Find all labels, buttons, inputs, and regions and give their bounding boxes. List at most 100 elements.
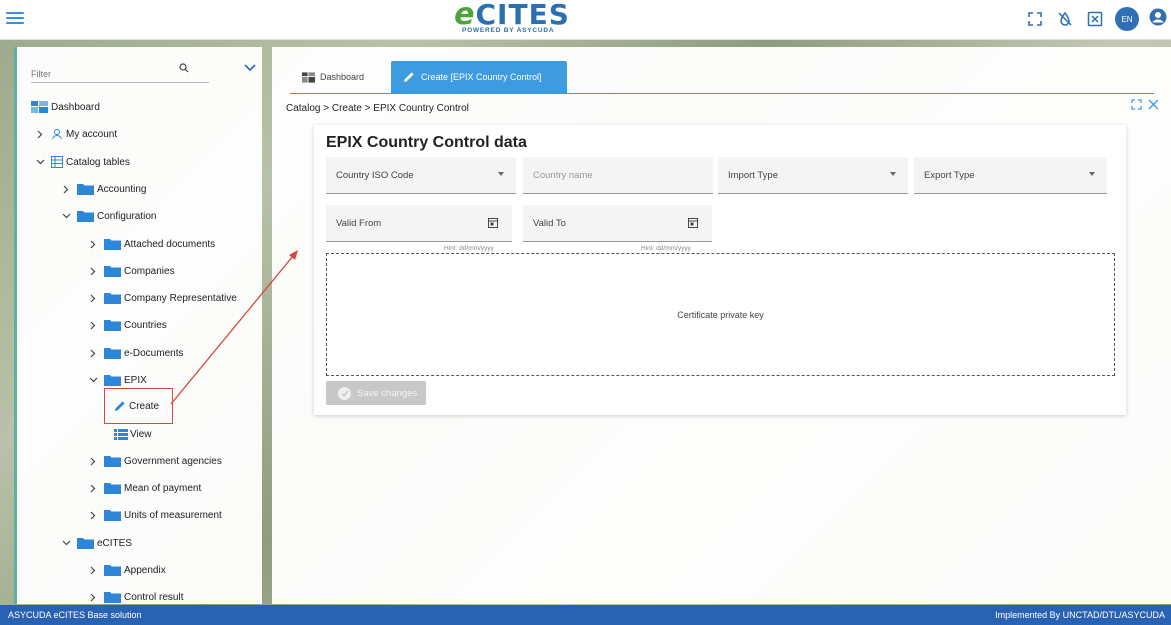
chevron-right-icon [88, 239, 98, 249]
close-box-icon[interactable] [1085, 9, 1105, 29]
sidebar-item-accounting[interactable]: Accounting [61, 180, 146, 198]
language-button[interactable]: EN [1115, 7, 1139, 31]
chevron-down-icon [61, 211, 71, 221]
chevron-down-icon [61, 538, 71, 548]
chevron-right-icon [88, 565, 98, 575]
tab-create-epix-country-control[interactable]: Create [EPIX Country Control] [391, 61, 567, 93]
sidebar-item-e-documents[interactable]: e-Documents [88, 344, 183, 362]
user-account-icon[interactable] [1149, 8, 1167, 30]
sidebar-item-label: Companies [124, 265, 175, 277]
export-type-select[interactable]: Export Type [914, 157, 1107, 194]
tab-label: Dashboard [319, 72, 364, 82]
sidebar-item-label: Government agencies [124, 455, 222, 467]
pencil-icon [115, 401, 125, 411]
dashboard-icon [31, 101, 48, 113]
country-name-field[interactable]: Country name [523, 157, 713, 194]
folder-icon [104, 375, 121, 386]
filter-row [31, 61, 259, 83]
close-icon[interactable] [1148, 99, 1159, 110]
sidebar-item-mean-of-payment[interactable]: Mean of payment [88, 479, 201, 497]
chevron-right-icon [88, 266, 98, 276]
sidebar-item-company-representative[interactable]: Company Representative [88, 289, 237, 307]
folder-icon [104, 510, 121, 521]
top-bar: eCITES POWERED BY ASYCUDA EN [0, 0, 1171, 40]
sidebar-item-label: EPIX [124, 374, 147, 386]
country-name-placeholder: Country name [533, 169, 593, 181]
sidebar-item-epix[interactable]: EPIX [88, 371, 147, 389]
folder-icon [104, 293, 121, 304]
folder-icon [77, 538, 94, 549]
calendar-icon[interactable] [488, 217, 498, 228]
sidebar-item-appendix[interactable]: Appendix [88, 561, 166, 579]
folder-icon [104, 348, 121, 359]
sidebar-item-units-of-measurement[interactable]: Units of measurement [88, 506, 222, 524]
calendar-icon[interactable] [688, 217, 698, 228]
folder-icon [77, 211, 94, 222]
country-iso-code-select[interactable]: Country ISO Code [326, 157, 516, 194]
chevron-down-icon [35, 157, 45, 167]
sidebar-item-catalog-tables[interactable]: Catalog tables [35, 153, 130, 171]
sidebar-item-label: Attached documents [124, 238, 216, 250]
chevron-down-icon[interactable] [244, 64, 256, 72]
ecites-logo: eCITES POWERED BY ASYCUDA [454, 0, 570, 34]
sidebar-item-control-result[interactable]: Control result [88, 588, 183, 604]
sidebar-item-label: Units of measurement [124, 509, 222, 521]
panel-actions [1131, 99, 1159, 110]
folder-icon [104, 483, 121, 494]
save-changes-button[interactable]: Save changes [326, 381, 426, 405]
sidebar-item-label: View [130, 428, 152, 440]
sidebar-item-configuration[interactable]: Configuration [61, 207, 156, 225]
sidebar-item-label: Create [129, 400, 160, 412]
sidebar-item-label: Countries [124, 319, 167, 331]
sidebar-item-label: Accounting [97, 183, 147, 195]
fullscreen-icon[interactable] [1025, 9, 1045, 29]
folder-icon [104, 565, 121, 576]
theme-toggle-icon[interactable] [1055, 9, 1075, 29]
valid-from-hint: Hint: dd/mm/yyyy [444, 245, 494, 252]
list-icon [114, 428, 128, 440]
dropdown-arrow-icon [498, 172, 504, 176]
sidebar-item-my-account[interactable]: My account [35, 125, 117, 143]
header-toolbar: EN [1025, 7, 1167, 31]
sidebar-item-label: Mean of payment [124, 482, 202, 494]
sidebar-item-ecites[interactable]: eCITES [61, 534, 132, 552]
chevron-right-icon [61, 184, 71, 194]
sidebar-item-countries[interactable]: Countries [88, 316, 167, 334]
sidebar-item-epix-view[interactable]: View [114, 425, 152, 443]
valid-from-field[interactable]: Valid From [326, 205, 512, 242]
certificate-private-key-dropzone[interactable]: Certificate private key [326, 253, 1115, 376]
search-icon[interactable] [179, 63, 189, 73]
expand-icon[interactable] [1131, 99, 1142, 110]
dashboard-icon [302, 71, 315, 83]
import-type-select[interactable]: Import Type [718, 157, 908, 194]
valid-to-field[interactable]: Valid To [523, 205, 712, 242]
folder-icon [77, 184, 94, 195]
chevron-down-icon [88, 375, 98, 385]
table-icon [51, 156, 63, 168]
valid-to-label: Valid To [533, 217, 566, 229]
chevron-right-icon [88, 348, 98, 358]
sidebar-item-dashboard[interactable]: Dashboard [31, 98, 100, 116]
sidebar-item-government-agencies[interactable]: Government agencies [88, 452, 222, 470]
chevron-right-icon [88, 456, 98, 466]
footer-bar: ASYCUDA eCITES Base solution Implemented… [0, 605, 1171, 625]
form-card: EPIX Country Control data Country ISO Co… [314, 125, 1126, 415]
check-circle-icon [338, 386, 351, 400]
sidebar-item-label: eCITES [97, 537, 133, 549]
tab-bar: Dashboard Create [EPIX Country Control] [290, 61, 567, 93]
footer-left-text: ASYCUDA eCITES Base solution [8, 610, 142, 620]
breadcrumb: Catalog > Create > EPIX Country Control [286, 103, 469, 114]
sidebar-item-label: e-Documents [124, 347, 184, 359]
sidebar-item-label: Company Representative [124, 292, 237, 304]
main-panel: Dashboard Create [EPIX Country Control] … [272, 47, 1171, 604]
sidebar-item-attached-documents[interactable]: Attached documents [88, 235, 215, 253]
export-type-label: Export Type [924, 169, 975, 181]
sidebar-item-companies[interactable]: Companies [88, 262, 175, 280]
sidebar-item-epix-create[interactable]: Create [114, 397, 159, 415]
folder-icon [104, 456, 121, 467]
folder-icon [104, 592, 121, 603]
tab-dashboard[interactable]: Dashboard [290, 61, 376, 93]
country-iso-code-label: Country ISO Code [336, 169, 414, 181]
menu-icon[interactable] [6, 9, 24, 25]
sidebar-item-label: Dashboard [51, 101, 100, 113]
